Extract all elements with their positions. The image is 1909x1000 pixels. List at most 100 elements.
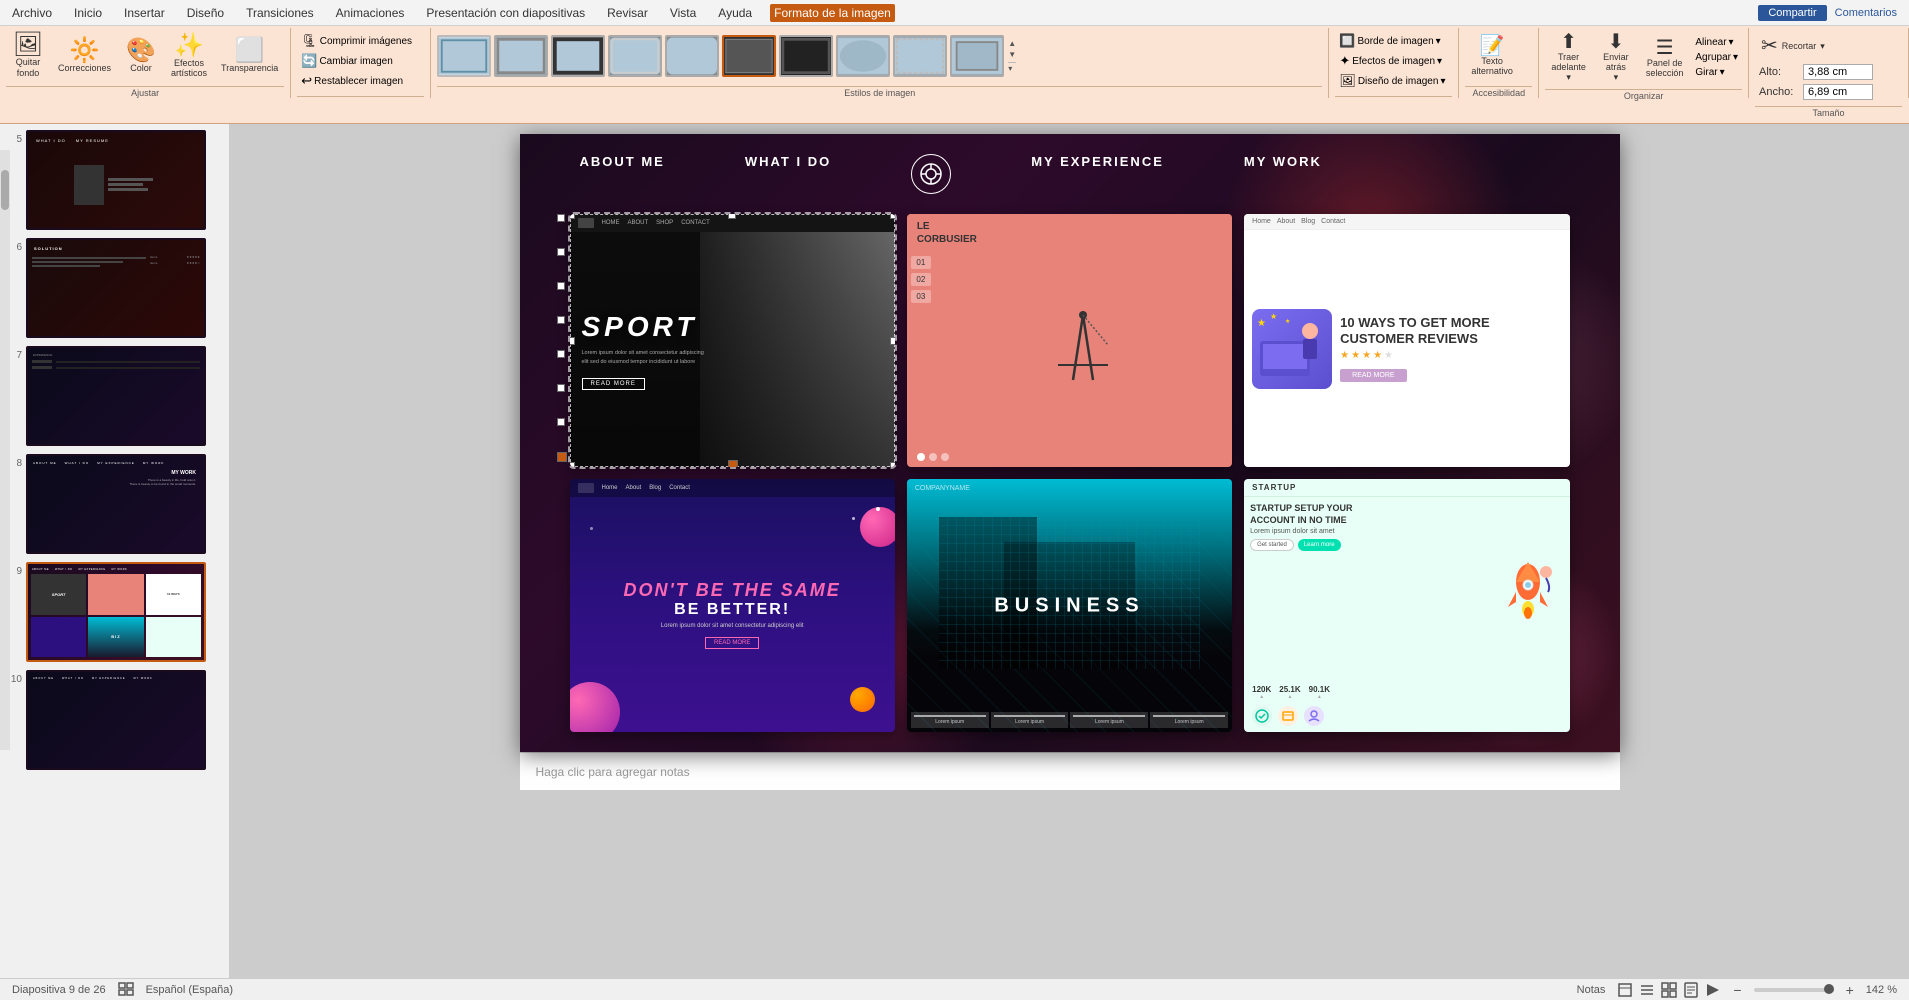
slide-8-preview[interactable]: ABOUT MEWHAT I DOMY EXPERIENCEMY WORK MY… <box>26 454 206 554</box>
handle-ext-5[interactable] <box>557 350 565 358</box>
handle-ext-2[interactable] <box>557 248 565 256</box>
outline-view-btn[interactable] <box>1639 982 1655 998</box>
slide-sorter-btn[interactable] <box>1661 982 1677 998</box>
img-style-10[interactable] <box>950 35 1004 77</box>
slide-5-preview[interactable]: WHAT I DOMY RESUME <box>26 130 206 230</box>
btn-correcciones[interactable]: 🔆 Correcciones <box>52 35 117 77</box>
btn-traer[interactable]: ⬆ Traeradelante▾ <box>1545 28 1592 87</box>
space-title1: DON'T BE THE SAME <box>624 580 841 601</box>
main-area: 5 WHAT I DOMY RESUME <box>0 124 1909 978</box>
btn-cambiar[interactable]: 🔄Cambiar imagen <box>297 51 416 71</box>
slide-thumb-5[interactable]: 5 WHAT I DOMY RESUME <box>4 128 225 232</box>
comments-button[interactable]: Comentarios <box>1835 7 1897 19</box>
img-style-4[interactable] <box>608 35 662 77</box>
card-business[interactable]: COMPANYNAME BUSINESS Lorem ipsum Lorem i… <box>907 479 1232 732</box>
styles-scroll[interactable]: ▲ ▼ ▾ <box>1008 38 1016 75</box>
btn-panel-sel[interactable]: ☰ Panel deselección <box>1640 34 1690 82</box>
menu-transiciones[interactable]: Transiciones <box>242 4 318 22</box>
img-style-6[interactable] <box>722 35 776 77</box>
btn-comprimir[interactable]: 🗜Comprimir imágenes <box>297 31 416 51</box>
img-style-1[interactable] <box>437 35 491 77</box>
slide-7-preview[interactable]: EXPERIENCE <box>26 346 206 446</box>
card-corbusier[interactable]: LECORBUSIER 01 02 03 <box>907 214 1232 467</box>
share-button[interactable]: Compartir <box>1758 5 1826 21</box>
menu-diseno[interactable]: Diseño <box>183 4 228 22</box>
img-style-7[interactable] <box>779 35 833 77</box>
slide-thumb-6[interactable]: 6 SOLUTION Items★★★★★ Items★★★★☆ <box>4 236 225 340</box>
slide-thumb-8[interactable]: 8 ABOUT MEWHAT I DOMY EXPERIENCEMY WORK … <box>4 452 225 556</box>
slide-thumb-7[interactable]: 7 EXPERIENCE <box>4 344 225 448</box>
handle-ext-red[interactable] <box>557 452 567 462</box>
startup-learnmore-btn[interactable]: Learn more <box>1298 539 1341 551</box>
menu-animaciones[interactable]: Animaciones <box>332 4 409 22</box>
btn-recortar[interactable]: ✂ Recortar▾ <box>1755 32 1831 60</box>
card-sport[interactable]: ↻ HOME ABOUT SHOP <box>570 214 895 467</box>
menu-presentacion[interactable]: Presentación con diapositivas <box>422 4 589 22</box>
btn-efectos-img[interactable]: ✦Efectos de imagen▾ <box>1335 51 1449 71</box>
btn-restablecer[interactable]: ↩Restablecer imagen <box>297 71 416 91</box>
handle-ext-7[interactable] <box>557 418 565 426</box>
zoom-thumb[interactable] <box>1824 984 1834 994</box>
ways-illustration: ★ ★ ★ <box>1252 309 1332 389</box>
handle-ext-1[interactable] <box>557 214 565 222</box>
menu-insertar[interactable]: Insertar <box>120 4 169 22</box>
btn-efectos-art[interactable]: ✨ Efectosartísticos <box>165 30 213 82</box>
normal-view-btn[interactable] <box>1617 982 1633 998</box>
slide-9-preview[interactable]: ABOUT MEWHAT I DOMY EXPERIENCEMY WORK SP… <box>26 562 206 662</box>
zoom-slider[interactable] <box>1754 988 1834 992</box>
btn-agrupar[interactable]: Agrupar▾ <box>1691 50 1742 65</box>
btn-diseno-img[interactable]: 🖼Diseño de imagen▾ <box>1335 71 1449 91</box>
img-style-3[interactable] <box>551 35 605 77</box>
biz-logo: COMPANYNAME <box>915 485 970 492</box>
card-startup[interactable]: STARTUP STARTUP SETUP YOURACCOUNT IN NO … <box>1244 479 1569 732</box>
alto-input[interactable] <box>1803 64 1873 80</box>
img-style-9[interactable] <box>893 35 947 77</box>
card-ways[interactable]: HomeAboutBlogContact <box>1244 214 1569 467</box>
card-space[interactable]: Home About Blog Contact DO <box>570 479 895 732</box>
sport-read-more-btn[interactable]: READ MORE <box>582 378 645 390</box>
menu-archivo[interactable]: Archivo <box>8 4 56 22</box>
star-2 <box>852 517 855 520</box>
ajustar-label: Ajustar <box>6 86 284 98</box>
menu-vista[interactable]: Vista <box>666 4 700 22</box>
img-style-5[interactable] <box>665 35 719 77</box>
btn-borde[interactable]: 🔲Borde de imagen▾ <box>1335 31 1449 51</box>
zoom-out-btn[interactable]: − <box>1733 982 1741 998</box>
btn-color[interactable]: 🎨 Color <box>119 35 163 77</box>
slide-10-preview[interactable]: ABOUT MEWHAT I DOMY EXPERIENCEMY WORK <box>26 670 206 770</box>
menu-ayuda[interactable]: Ayuda <box>714 4 756 22</box>
biz-footer-3: Lorem ipsum <box>1070 712 1148 728</box>
slide-6-preview[interactable]: SOLUTION Items★★★★★ Items★★★★☆ <box>26 238 206 338</box>
menu-inicio[interactable]: Inicio <box>70 4 106 22</box>
normal-view-icon[interactable] <box>118 982 134 998</box>
menu-revisar[interactable]: Revisar <box>603 4 652 22</box>
btn-texto-alt[interactable]: 📝 Textoalternativo <box>1465 32 1519 80</box>
canvas-area[interactable]: ABOUT ME WHAT I DO MY EXPERI <box>230 124 1909 978</box>
reading-view-btn[interactable] <box>1683 982 1699 998</box>
zoom-in-btn[interactable]: + <box>1846 982 1854 998</box>
startup-getstarted-btn[interactable]: Get started <box>1250 539 1294 551</box>
present-btn[interactable] <box>1705 982 1721 998</box>
btn-transparencia[interactable]: ⬜ Transparencia <box>215 35 284 77</box>
notes-btn[interactable]: Notas <box>1577 984 1606 996</box>
handle-ext-3[interactable] <box>557 282 565 290</box>
menu-formato[interactable]: Formato de la imagen <box>770 4 895 22</box>
space-read-more[interactable]: READ MORE <box>705 637 759 649</box>
btn-quitar-fondo[interactable]: 🖼 Quitarfondo <box>6 29 50 83</box>
btn-alinear[interactable]: Alinear▾ <box>1691 35 1742 50</box>
slide-thumb-10[interactable]: 10 ABOUT MEWHAT I DOMY EXPERIENCEMY WORK <box>4 668 225 772</box>
btn-enviar[interactable]: ⬇ Enviaratrás▾ <box>1594 28 1638 87</box>
handle-ext-6[interactable] <box>557 384 565 392</box>
handle-ext-4[interactable] <box>557 316 565 324</box>
ways-title: 10 WAYS TO GET MORE CUSTOMER REVIEWS <box>1340 315 1561 346</box>
startup-icons-row <box>1244 706 1569 732</box>
img-style-2[interactable] <box>494 35 548 77</box>
ways-read-more[interactable]: READ MORE <box>1340 369 1406 382</box>
ancho-input[interactable] <box>1803 84 1873 100</box>
nav-center-icon <box>911 154 951 194</box>
notes-placeholder[interactable]: Haga clic para agregar notas <box>536 765 690 779</box>
scroll-bar[interactable] <box>0 150 10 750</box>
img-style-8[interactable] <box>836 35 890 77</box>
btn-girar[interactable]: Girar▾ <box>1691 65 1742 80</box>
slide-thumb-9[interactable]: 9 ABOUT MEWHAT I DOMY EXPERIENCEMY WORK … <box>4 560 225 664</box>
